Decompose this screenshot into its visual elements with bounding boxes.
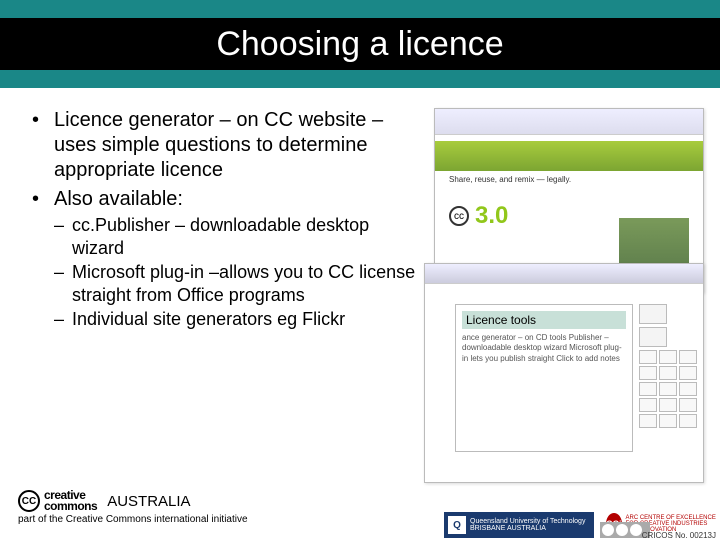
cc-site-headline: Share, reuse, and remix — legally. [449,175,689,184]
title-bar: Choosing a licence [0,0,720,88]
thumb [639,304,667,324]
ppt-slide-body: ance generator – on CD tools Publisher –… [462,333,626,364]
sub-bullet-3: Individual site generators eg Flickr [54,308,426,331]
slide-title-strip: Choosing a licence [0,18,720,70]
qut-badge-icon: Q [448,516,466,534]
cricos-number: CRICOS No. 00213J [642,531,716,540]
cc-site-header [435,141,703,171]
window-titlebar [425,264,703,284]
bullet-2: Also available: cc.Publisher – downloada… [26,187,426,331]
qut-text: Queensland University of Technology BRIS… [470,518,585,532]
cc-logo-text: creative commons [44,490,97,512]
footer: CC creative commons AUSTRALIA part of th… [0,486,720,540]
bullet-2-text: Also available: [54,188,183,210]
cc-logo-row: CC creative commons AUSTRALIA [18,490,712,512]
slide-title: Choosing a licence [216,25,503,64]
qut-logo: Q Queensland University of Technology BR… [444,512,594,538]
bullet-1: Licence generator – on CC website – uses… [26,108,426,183]
sub-bullet-list: cc.Publisher – downloadable desktop wiza… [54,214,426,331]
ppt-slide-heading: Licence tools [462,311,626,329]
cc-circle-icon: cc [449,206,469,226]
powerpoint-screenshot: Licence tools ance generator – on CD too… [424,263,704,483]
ppt-slide-thumbnails [639,304,699,430]
bullet-1-text: Licence generator – on CC website – uses… [54,109,383,181]
content-area: Licence generator – on CC website – uses… [0,88,720,335]
cc-logo-icon: CC [18,490,40,512]
cc-logo: CC creative commons [18,490,97,512]
image-column: Share, reuse, and remix — legally. cc 3.… [426,108,694,335]
ppt-slide-preview: Licence tools ance generator – on CD too… [455,304,633,452]
sub-bullet-1: cc.Publisher – downloadable desktop wiza… [54,214,426,259]
browser-chrome [435,109,703,135]
thumb [639,327,667,347]
australia-label: AUSTRALIA [107,493,190,510]
sub-bullet-2: Microsoft plug-in –allows you to CC lice… [54,261,426,306]
text-column: Licence generator – on CC website – uses… [26,108,426,335]
cc-version-text: 3.0 [475,202,508,230]
